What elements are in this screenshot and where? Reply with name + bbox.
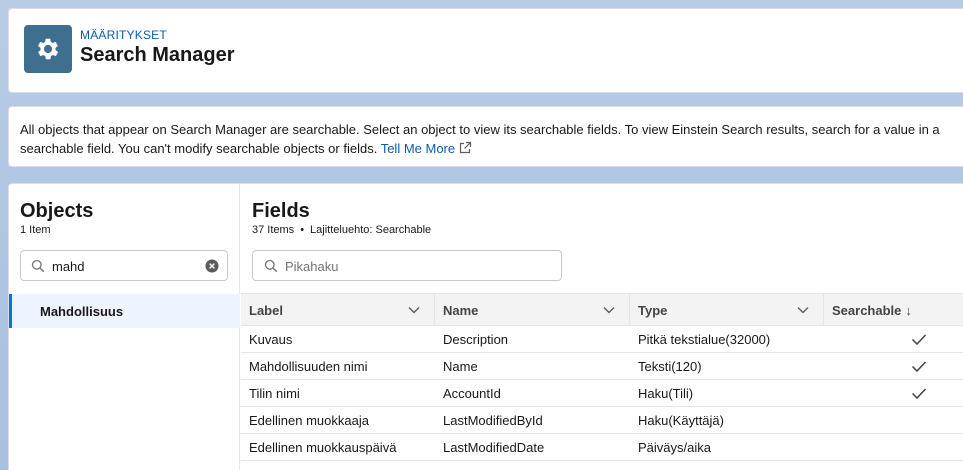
table-row: Mahdollisuuden nimi Name Teksti(120) (241, 353, 963, 380)
chevron-down-icon[interactable] (603, 305, 615, 315)
table-header: Label Name Type Searchable ↓ (241, 293, 963, 326)
cell-type: Haku(Käyttäjä) (638, 413, 724, 428)
table-row: Edellinen muokkauspäivä LastModifiedDate P… (241, 434, 963, 461)
column-header-label[interactable]: Label (241, 294, 435, 326)
column-type-text: Type (638, 303, 668, 318)
chevron-down-icon[interactable] (797, 305, 809, 315)
info-text: All objects that appear on Search Manage… (20, 122, 940, 156)
table-row: Tilin nimi AccountId Haku(Tili) (241, 380, 963, 407)
fields-sort-info: Lajitteluehto: Searchable (310, 224, 432, 236)
cell-type: Pitkä tekstialue(32000) (638, 332, 771, 347)
external-link-icon (460, 141, 472, 154)
objects-panel: Objects 1 Item Mahdollisuus (9, 184, 240, 470)
fields-title: Fields (252, 200, 310, 222)
main-panel: Objects 1 Item Mahdollisuus Fields 37 It… (8, 183, 963, 470)
sort-arrow-icon: ↓ (905, 303, 912, 318)
fields-meta: 37 Items • Lajitteluehto: Searchable (252, 224, 431, 236)
tell-me-more-label: Tell Me More (380, 141, 456, 156)
gear-icon (24, 25, 72, 73)
objects-search-input[interactable] (52, 256, 202, 276)
page-header: MÄÄRITYKSET Search Manager (8, 8, 963, 93)
search-icon (31, 259, 45, 273)
cell-label: Edellinen muokkaaja (249, 413, 369, 428)
info-text-block: All objects that appear on Search Manage… (20, 120, 955, 158)
cell-type: Päiväys/aika (638, 440, 711, 455)
check-icon (911, 388, 927, 400)
cell-name: Description (443, 332, 509, 347)
cell-type: Haku(Tili) (638, 386, 694, 401)
fields-table: Label Name Type Searchable ↓ Kuvaus Descri… (241, 293, 963, 461)
header-eyebrow: MÄÄRITYKSET (80, 28, 167, 42)
table-body: Kuvaus Description Pitkä tekstialue(32000)… (241, 326, 963, 461)
cell-label: Edellinen muokkauspäivä (249, 440, 397, 455)
quick-search-input[interactable] (285, 256, 545, 276)
check-icon (911, 361, 927, 373)
page-title: Search Manager (80, 44, 235, 66)
clear-icon[interactable] (205, 259, 219, 273)
column-label-text: Label (249, 303, 283, 318)
column-header-searchable[interactable]: Searchable ↓ (824, 294, 963, 326)
cell-name: Name (443, 359, 478, 374)
check-icon (911, 334, 927, 346)
cell-label: Tilin nimi (249, 386, 300, 401)
cell-name: LastModifiedById (443, 413, 543, 428)
column-header-name[interactable]: Name (435, 294, 630, 326)
objects-title: Objects (20, 200, 94, 222)
info-banner: All objects that appear on Search Manage… (8, 106, 963, 167)
search-icon (264, 259, 278, 273)
chevron-down-icon[interactable] (408, 305, 420, 315)
quick-search-box[interactable] (252, 250, 562, 281)
table-row: Edellinen muokkaaja LastModifiedById Haku(… (241, 407, 963, 434)
table-row: Kuvaus Description Pitkä tekstialue(32000) (241, 326, 963, 353)
cell-name: LastModifiedDate (443, 440, 545, 455)
object-item-mahdollisuus[interactable]: Mahdollisuus (9, 294, 240, 328)
cell-label: Kuvaus (249, 332, 293, 347)
object-item-label: Mahdollisuus (40, 304, 124, 319)
column-searchable-text: Searchable (832, 303, 902, 318)
cell-name: AccountId (443, 386, 501, 401)
cell-label: Mahdollisuuden nimi (249, 359, 368, 374)
column-header-type[interactable]: Type (630, 294, 824, 326)
fields-count: 37 Items (252, 224, 295, 236)
objects-count: 1 Item (20, 224, 51, 236)
objects-search-box[interactable] (20, 250, 228, 281)
tell-me-more-link[interactable]: Tell Me More (381, 141, 472, 156)
fields-panel: Fields 37 Items • Lajitteluehto: Searchabl… (241, 184, 963, 470)
column-name-text: Name (443, 303, 479, 318)
meta-separator: • (300, 224, 305, 236)
cell-type: Teksti(120) (638, 359, 702, 374)
